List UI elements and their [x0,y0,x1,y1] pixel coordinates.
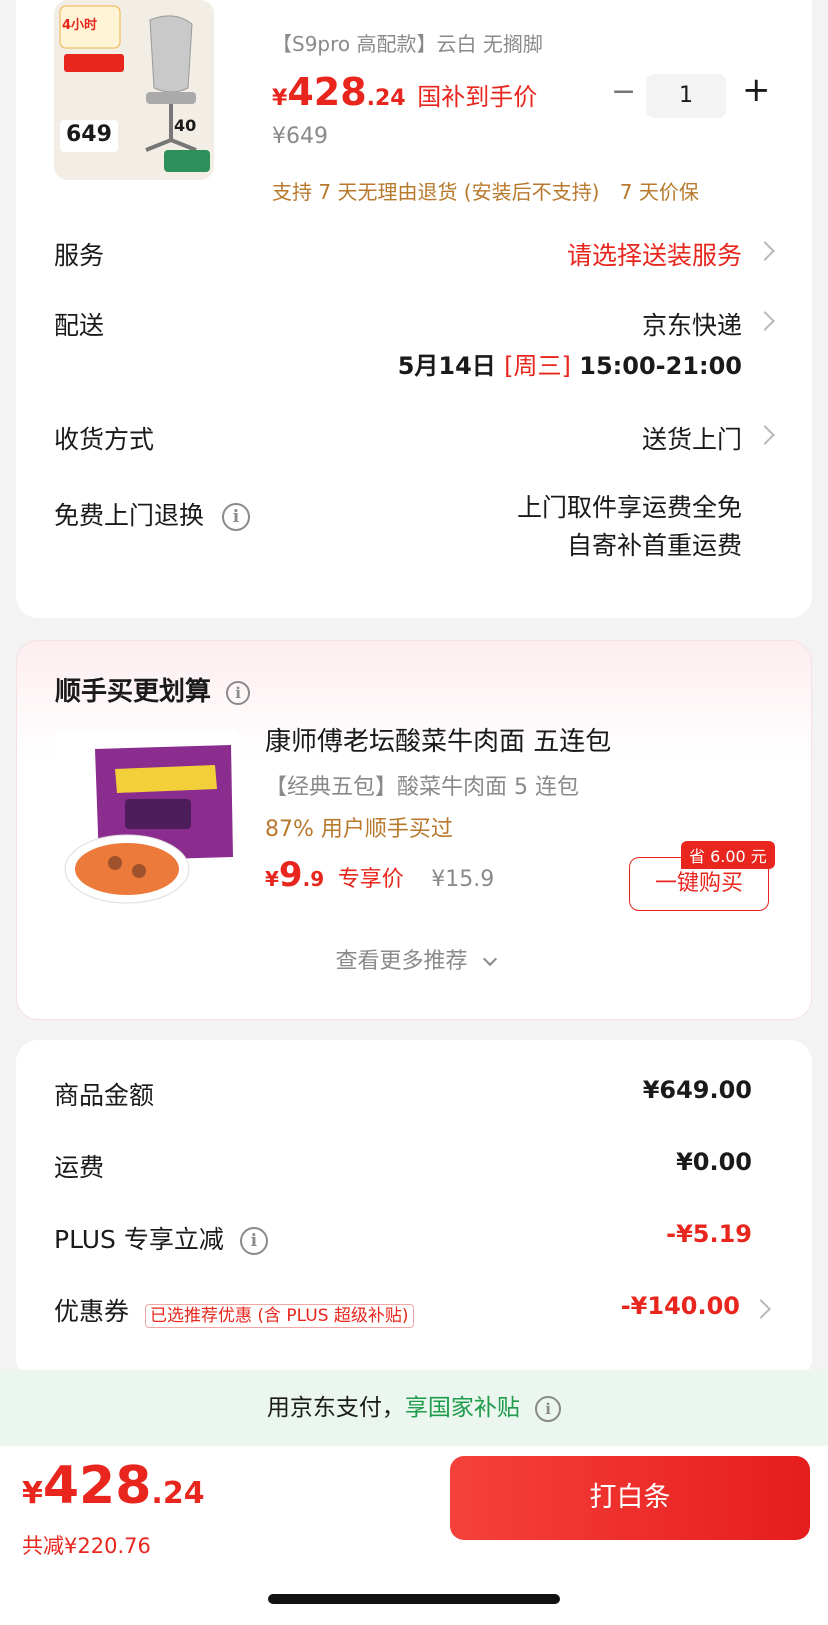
product-sku: 【S9pro 高配款】云白 无搁脚 [272,32,543,56]
coupon-label: 优惠券 [54,1297,130,1326]
total-price-symbol: ¥ [22,1476,43,1511]
shipping-label: 运费 [54,1153,105,1182]
price-note: 国补到手价 [417,83,538,111]
thumb-badge: 4小时 [62,18,98,33]
receive-method-label: 收货方式 [54,425,155,454]
free-return-label: 免费上门退换 i [54,496,250,532]
price-symbol: ¥ [272,86,288,111]
total-price-int: 428 [42,1456,152,1516]
quantity-field[interactable]: 1 [646,74,726,118]
total-saved: 共减¥220.76 [22,1534,151,1558]
price-int: 428 [287,70,367,114]
noodle-pack-image [55,729,241,915]
service-label: 服务 [54,241,105,270]
goods-amount-label: 商品金额 [54,1081,155,1110]
recommend-card: 顺手买更划算 i 康师傅老坛酸菜牛肉面 五连包 【经典五包】酸菜牛肉面 5 连包… [16,640,812,1020]
product-card: 4小时 649 40 【S9pro 高配款】云白 无搁脚 ¥428.24 国补到… [16,0,812,618]
chevron-right-icon[interactable] [751,1299,771,1319]
chevron-right-icon[interactable] [755,241,775,261]
rec-price-int: 9 [278,855,303,895]
checkout-bar: ¥428.24 共减¥220.76 打白条 [0,1446,828,1625]
jd-pay-banner[interactable]: 用京东支付，享国家补贴 i [0,1370,828,1446]
home-indicator[interactable] [268,1594,560,1604]
free-return-label-text: 免费上门退换 [54,501,205,530]
thumb-price: 649 [66,122,112,147]
recommend-item-stat: 87% 用户顺手买过 [265,817,453,842]
rec-price-symbol: ¥ [265,867,279,891]
chevron-down-icon [482,951,497,967]
chevron-right-icon[interactable] [755,311,775,331]
delivery-time: 15:00-21:00 [579,352,742,380]
pay-banner-highlight: 享国家补贴 [404,1395,520,1421]
shipping-value: ¥0.00 [676,1148,752,1176]
plus-discount-label: PLUS 专享立减 i [54,1220,268,1256]
product-price: ¥428.24 国补到手价 [272,70,537,114]
save-tag: 省 6.00 元 [681,841,775,869]
see-more-recommend[interactable]: 查看更多推荐 [17,943,813,975]
original-price: ¥649 [272,124,328,149]
total-price-dec: .24 [151,1476,205,1511]
delivery-value[interactable]: 京东快递 [642,306,742,342]
rec-price-note: 专享价 [337,867,404,892]
delivery-label: 配送 [54,311,105,340]
free-return-value-1: 上门取件享运费全免 [516,493,742,522]
coupon-value[interactable]: -¥140.00 [621,1292,740,1320]
rec-price-dec: .9 [302,867,325,891]
chevron-right-icon[interactable] [755,425,775,445]
quantity-minus-button[interactable]: − [611,74,636,109]
plus-discount-value: -¥5.19 [666,1220,752,1248]
recommend-item-name[interactable]: 康师傅老坛酸菜牛肉面 五连包 [265,721,611,758]
recommend-title: 顺手买更划算 i [55,671,251,708]
recommend-item-sku: 【经典五包】酸菜牛肉面 5 连包 [265,775,579,800]
pay-banner-text: 用京东支付， [266,1395,405,1421]
recommend-price: ¥9.9 专享价 ¥15.9 [265,855,494,895]
service-value[interactable]: 请选择送装服务 [567,236,742,272]
receive-method-value[interactable]: 送货上门 [642,420,742,456]
see-more-label: 查看更多推荐 [335,949,468,974]
return-policy: 支持 7 天无理由退货 (安装后不支持) 7 天价保 [272,176,699,205]
info-icon[interactable]: i [239,1227,268,1255]
info-icon[interactable]: i [221,503,250,531]
price-dec: .24 [366,86,406,111]
thumb-small-price: 40 [174,116,197,135]
order-summary-card: 商品金额 ¥649.00 运费 ¥0.00 PLUS 专享立减 i -¥5.19… [16,1040,812,1380]
pay-with-baitiao-button[interactable]: 打白条 [450,1456,810,1540]
delivery-time-slot[interactable]: 5月14日 [周三] 15:00-21:00 [398,346,742,381]
info-icon[interactable]: i [226,680,251,705]
delivery-date: 5月14日 [397,352,496,380]
return-policy-text: 支持 7 天无理由退货 (安装后不支持) [272,180,600,204]
delivery-weekday: [周三] [504,352,571,380]
goods-amount-value: ¥649.00 [642,1076,752,1104]
noodle-product-image[interactable] [55,729,241,915]
info-icon[interactable]: i [535,1395,562,1422]
plus-discount-text: PLUS 专享立减 [54,1225,224,1254]
coupon-tag: 已选推荐优惠 (含 PLUS 超级补贴) [144,1303,414,1328]
price-protect-text: 7 天价保 [619,180,699,204]
free-return-value-2: 自寄补首重运费 [566,531,742,560]
quantity-plus-button[interactable]: + [742,70,771,110]
coupon-row-label[interactable]: 优惠券 已选推荐优惠 (含 PLUS 超级补贴) [54,1292,414,1328]
rec-original-price: ¥15.9 [431,867,495,892]
recommend-title-text: 顺手买更划算 [55,677,212,707]
total-price: ¥428.24 [22,1456,205,1516]
product-thumbnail[interactable]: 4小时 649 40 [54,0,214,180]
